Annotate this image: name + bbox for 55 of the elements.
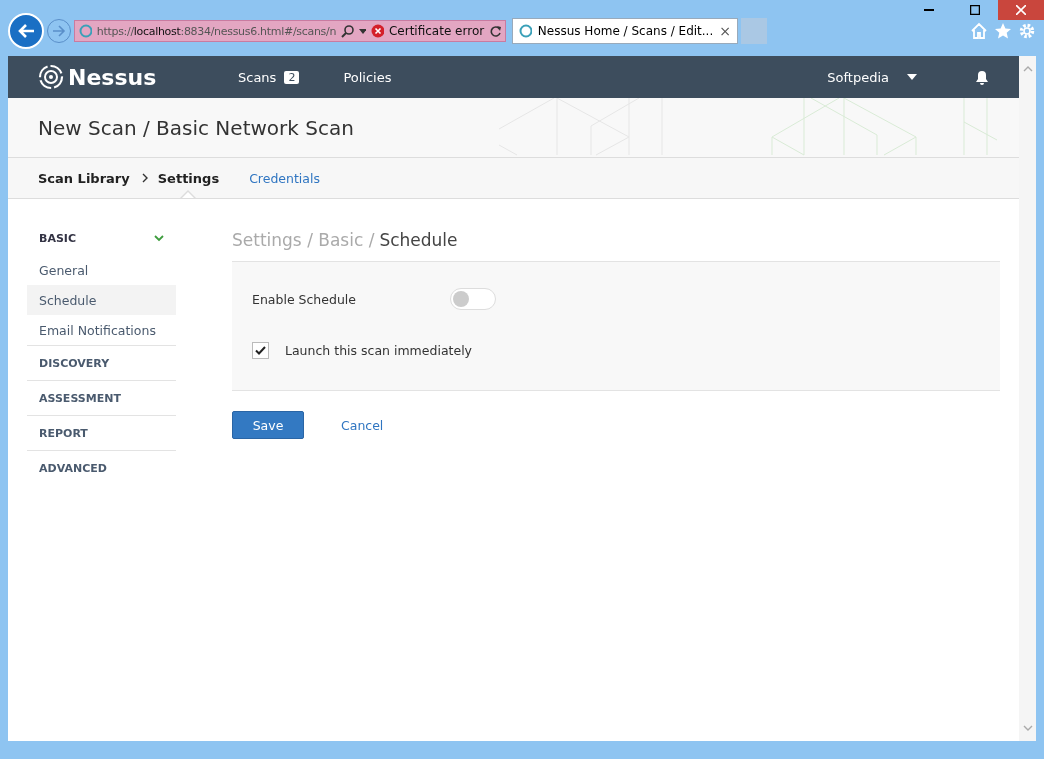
star-icon[interactable] — [994, 22, 1012, 40]
caret-icon[interactable] — [907, 74, 917, 80]
save-button[interactable]: Save — [232, 411, 304, 439]
checkmark-icon — [255, 345, 266, 355]
section-label: ASSESSMENT — [39, 391, 121, 405]
count-badge: 2 — [284, 70, 300, 84]
error-icon — [371, 24, 384, 38]
nav-link[interactable]: Policies — [343, 69, 392, 85]
toggle-switch[interactable] — [450, 288, 496, 310]
section-header[interactable]: DISCOVERY — [27, 346, 176, 380]
section-header[interactable]: ADVANCED — [27, 451, 176, 485]
logo-icon — [38, 64, 64, 90]
tab-close-button[interactable]: × — [719, 23, 731, 39]
breadcrumb-current: Schedule — [379, 230, 458, 250]
sidebar-item[interactable]: General — [27, 255, 176, 285]
breadcrumb-path: Settings / Basic / — [232, 230, 375, 250]
chevron-right-icon — [141, 173, 148, 183]
bell-icon[interactable] — [975, 69, 989, 85]
sidebar-item[interactable]: Schedule — [27, 285, 176, 315]
section-label: BASIC — [39, 231, 76, 245]
globe-icon — [79, 24, 92, 38]
search-icon[interactable] — [341, 24, 354, 38]
tab[interactable]: Credentials — [249, 170, 320, 186]
field-label: Enable Schedule — [252, 291, 357, 307]
user-menu[interactable]: Softpedia — [827, 69, 889, 85]
checkbox-label: Launch this scan immediately — [285, 342, 472, 358]
back-button[interactable] — [8, 13, 44, 49]
section-label: REPORT — [39, 426, 88, 440]
close-button[interactable] — [998, 0, 1044, 20]
maximize-icon — [970, 5, 980, 15]
browser-tab[interactable]: Nessus Home / Scans / Edit... × — [512, 18, 738, 44]
checkbox[interactable] — [252, 341, 269, 359]
page-title: New Scan / Basic Network Scan — [38, 115, 354, 140]
globe-icon — [519, 24, 532, 38]
caret-icon[interactable] — [358, 28, 367, 34]
section-header[interactable]: BASIC — [27, 221, 176, 255]
section-label: ADVANCED — [39, 461, 107, 475]
section-header[interactable]: ASSESSMENT — [27, 381, 176, 415]
arrow-left-icon — [17, 23, 35, 39]
tab[interactable]: Settings — [157, 158, 220, 198]
logo-text[interactable]: Nessus — [68, 64, 157, 90]
nav-link[interactable]: Scans — [238, 69, 277, 85]
tab-title: Nessus Home / Scans / Edit... — [537, 24, 714, 38]
close-icon — [1016, 5, 1026, 15]
breadcrumb-link[interactable]: Scan Library — [38, 170, 130, 186]
url-text: https://localhost:8834/nessus6.html#/scans/n — [96, 24, 337, 38]
refresh-icon[interactable] — [489, 24, 501, 38]
section-label: DISCOVERY — [39, 356, 110, 370]
arrow-right-icon — [52, 25, 66, 37]
address-bar[interactable]: https://localhost:8834/nessus6.html#/scans/n Certificate error — [74, 20, 506, 42]
section-header[interactable]: REPORT — [27, 416, 176, 450]
minimize-icon — [924, 9, 934, 11]
cancel-link[interactable]: Cancel — [341, 417, 384, 433]
sidebar-item[interactable]: Email Notifications — [27, 315, 176, 345]
certificate-error-text[interactable]: Certificate error — [388, 24, 485, 38]
